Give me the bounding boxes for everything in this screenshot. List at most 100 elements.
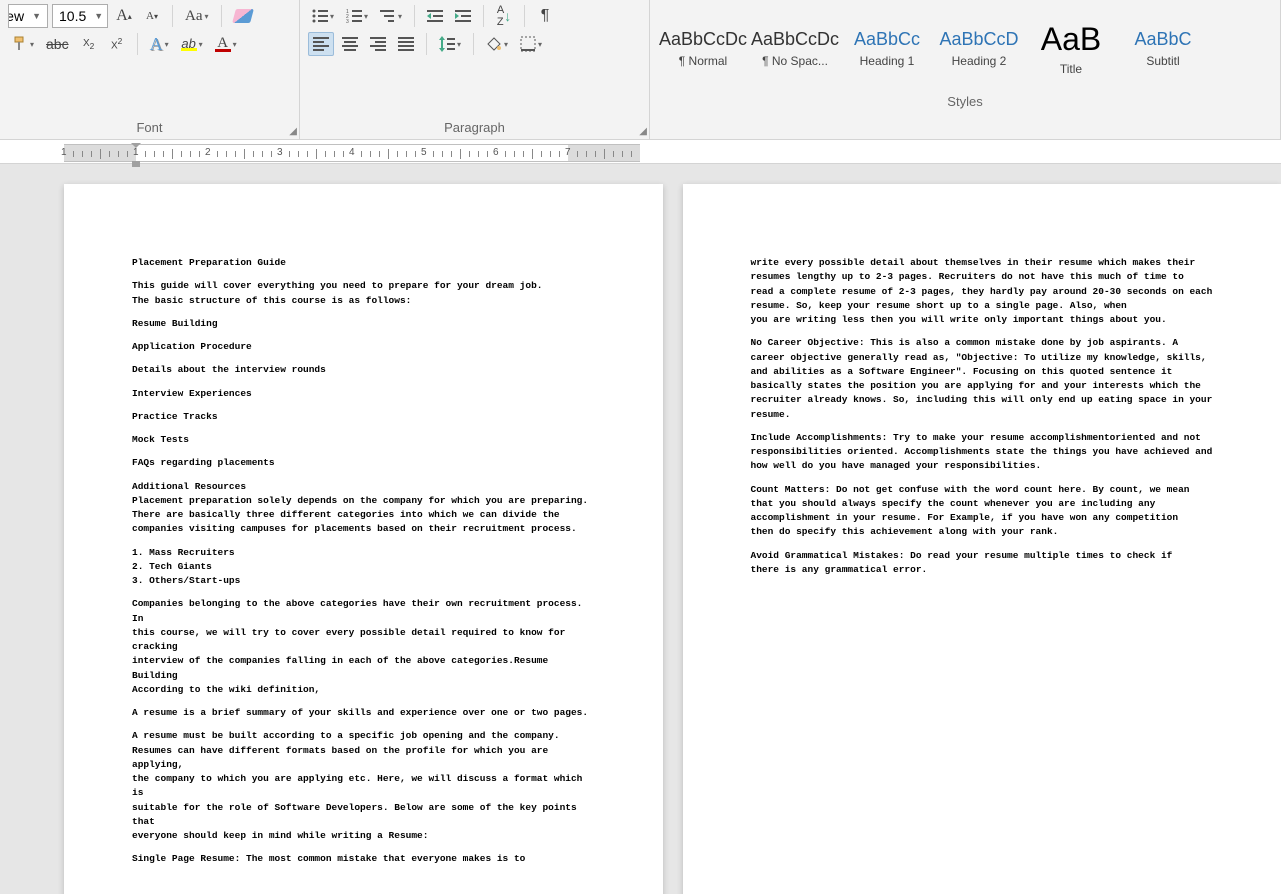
ruler-segment: 1 [136, 144, 208, 162]
style-item[interactable]: AaBTitle [1026, 4, 1116, 92]
change-case-button[interactable]: Aa▾ [181, 4, 213, 28]
borders-button[interactable]: ▾ [516, 32, 546, 56]
style-name: Heading 2 [952, 54, 1007, 68]
style-name: Heading 1 [860, 54, 915, 68]
page-1[interactable]: Placement Preparation Guide This guide wi… [64, 184, 663, 894]
chevron-down-icon: ▼ [32, 11, 41, 21]
style-preview: AaBbCcDc [659, 29, 747, 50]
document-paragraph[interactable]: No Career Objective: This is also a comm… [751, 336, 1214, 422]
font-name-combobox[interactable]: ew ▼ [8, 4, 48, 28]
highlight-icon: ab [181, 37, 197, 51]
paragraph-group: ▾ 123 ▾ ▾ AZ↓ [300, 0, 650, 139]
ruler-segment: 1 [64, 144, 136, 162]
style-name: ¶ Normal [679, 54, 727, 68]
document-paragraph[interactable]: Application Procedure [132, 340, 595, 354]
line-spacing-button[interactable]: ▾ [435, 32, 465, 56]
style-preview: AaB [1041, 21, 1101, 58]
style-preview: AaBbC [1134, 29, 1191, 50]
align-left-button[interactable] [308, 32, 334, 56]
document-paragraph[interactable]: FAQs regarding placements [132, 456, 595, 470]
font-name-text: ew [8, 8, 24, 24]
ruler-segment: 6 [496, 144, 568, 162]
align-right-button[interactable] [366, 32, 390, 56]
document-paragraph[interactable]: Resume Building [132, 317, 595, 331]
document-paragraph[interactable]: Count Matters: Do not get confuse with t… [751, 483, 1214, 540]
chevron-down-icon: ▾ [398, 12, 402, 21]
paragraph-dialog-launcher[interactable]: ◢ [639, 126, 647, 137]
ruler-segment: 7 [568, 144, 640, 162]
highlight-button[interactable]: ab ▾ [177, 32, 207, 56]
separator [221, 5, 222, 27]
document-paragraph[interactable]: Details about the interview rounds [132, 363, 595, 377]
justify-button[interactable] [394, 32, 418, 56]
style-item[interactable]: AaBbC Subtitl [1118, 4, 1208, 92]
ruler[interactable]: 11234567 [0, 140, 1281, 164]
sort-button[interactable]: AZ↓ [492, 4, 516, 28]
document-area[interactable]: Placement Preparation Guide This guide wi… [0, 164, 1281, 894]
document-paragraph[interactable]: Include Accomplishments: Try to make you… [751, 431, 1214, 474]
document-paragraph[interactable]: 1. Mass Recruiters 2. Tech Giants 3. Oth… [132, 546, 595, 589]
format-painter-button[interactable]: ▾ [8, 32, 38, 56]
grow-font-icon: A [116, 7, 128, 25]
separator [483, 5, 484, 27]
document-paragraph[interactable]: Practice Tracks [132, 410, 595, 424]
superscript-button[interactable]: X2 [105, 32, 129, 56]
chevron-down-icon: ▾ [233, 40, 237, 49]
chevron-down-icon: ▾ [205, 12, 209, 21]
style-item[interactable]: AaBbCcHeading 1 [842, 4, 932, 92]
document-paragraph[interactable]: Single Page Resume: The most common mist… [132, 852, 595, 866]
clear-formatting-button[interactable] [230, 4, 256, 28]
style-item[interactable]: AaBbCcDc ¶ Normal [658, 4, 748, 92]
document-paragraph[interactable]: This guide will cover everything you nee… [132, 279, 595, 308]
ruler-segment: 5 [424, 144, 496, 162]
numbering-button[interactable]: 123 ▾ [342, 4, 372, 28]
strikethrough-button[interactable]: abc [42, 32, 73, 56]
separator [473, 33, 474, 55]
sort-icon: AZ [497, 4, 504, 28]
page-2[interactable]: write every possible detail about themse… [683, 184, 1281, 894]
font-color-button[interactable]: A ▾ [211, 32, 241, 56]
style-item[interactable]: AaBbCcD Heading 2 [934, 4, 1024, 92]
document-paragraph[interactable]: Avoid Grammatical Mistakes: Do read your… [751, 549, 1214, 578]
chevron-down-icon: ▾ [538, 40, 542, 49]
subscript-button[interactable]: X2 [77, 32, 101, 56]
paintbrush-icon [12, 36, 28, 52]
increase-indent-icon [455, 9, 471, 23]
chevron-down-icon: ▼ [94, 11, 103, 21]
multilevel-icon [380, 9, 396, 23]
decrease-indent-button[interactable] [423, 4, 447, 28]
document-paragraph[interactable]: Additional Resources Placement preparati… [132, 480, 595, 537]
grow-font-button[interactable]: A▴ [112, 4, 136, 28]
increase-indent-button[interactable] [451, 4, 475, 28]
ruler-segment: 3 [280, 144, 352, 162]
multilevel-list-button[interactable]: ▾ [376, 4, 406, 28]
font-dialog-launcher[interactable]: ◢ [289, 126, 297, 137]
bullets-button[interactable]: ▾ [308, 4, 338, 28]
separator [426, 33, 427, 55]
styles-gallery[interactable]: AaBbCcDc¶ NormalAaBbCcDc¶ No Spac...AaBb… [658, 4, 1272, 92]
document-paragraph[interactable]: write every possible detail about themse… [751, 256, 1214, 327]
document-paragraph[interactable]: Placement Preparation Guide [132, 256, 595, 270]
document-paragraph[interactable]: Mock Tests [132, 433, 595, 447]
text-effects-button[interactable]: A ▾ [146, 32, 173, 56]
document-paragraph[interactable]: Interview Experiences [132, 387, 595, 401]
pilcrow-icon: ¶ [541, 7, 550, 25]
separator [137, 33, 138, 55]
document-paragraph[interactable]: A resume must be built according to a sp… [132, 729, 595, 843]
justify-icon [398, 37, 414, 51]
document-paragraph[interactable]: A resume is a brief summary of your skil… [132, 706, 595, 720]
paint-bucket-icon [486, 36, 502, 52]
numbering-icon: 123 [346, 9, 362, 23]
line-spacing-icon [439, 36, 455, 52]
shading-button[interactable]: ▾ [482, 32, 512, 56]
shrink-font-button[interactable]: A▾ [140, 4, 164, 28]
style-preview: AaBbCcD [939, 29, 1018, 50]
strike-icon: abc [46, 36, 69, 52]
style-item[interactable]: AaBbCcDc¶ No Spac... [750, 4, 840, 92]
font-size-combobox[interactable]: 10.5 ▼ [52, 4, 108, 28]
paragraph-group-label: Paragraph [308, 118, 641, 137]
document-paragraph[interactable]: Companies belonging to the above categor… [132, 597, 595, 697]
style-name: Subtitl [1146, 54, 1179, 68]
align-center-button[interactable] [338, 32, 362, 56]
show-marks-button[interactable]: ¶ [533, 4, 557, 28]
